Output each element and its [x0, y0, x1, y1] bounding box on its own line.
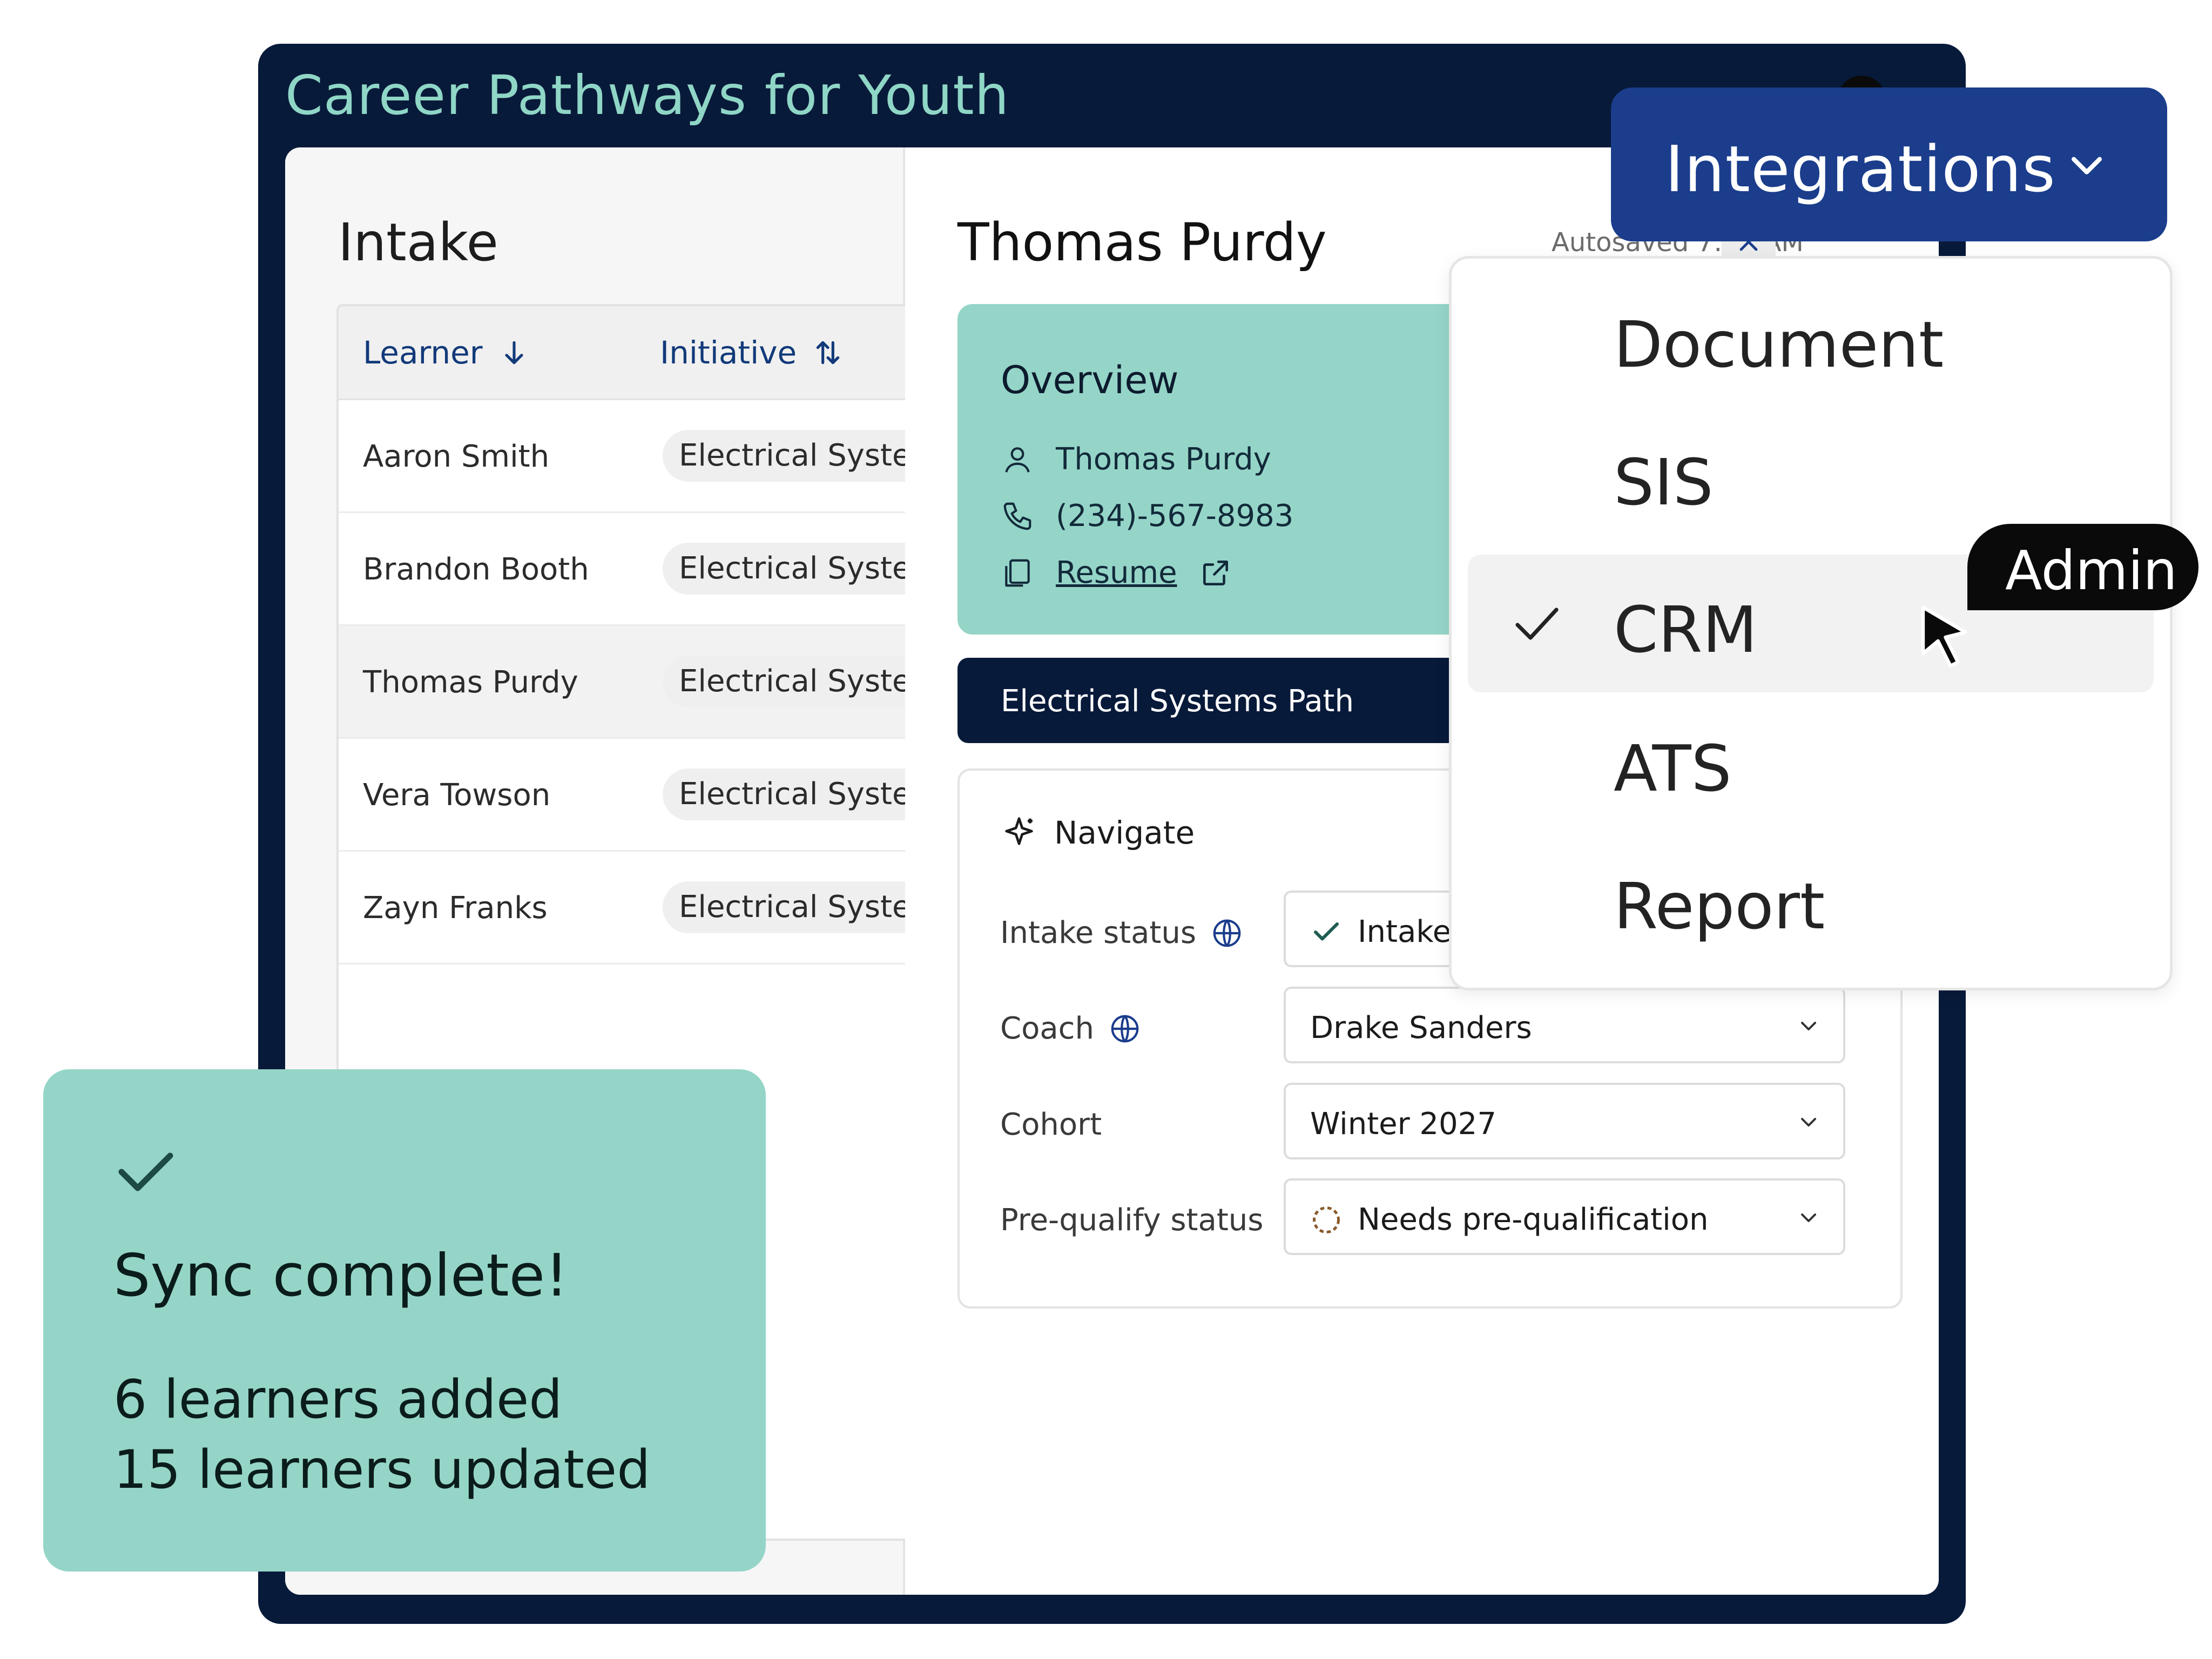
navigate-title: Navigate — [1054, 814, 1195, 851]
navigate-header: Navigate — [1000, 814, 1195, 852]
check-icon — [118, 1152, 173, 1191]
mouse-pointer-icon — [1921, 605, 1967, 668]
intake-status-label-text: Intake status — [1000, 915, 1197, 950]
intake-title: Intake — [338, 212, 498, 273]
pending-circle-icon — [1313, 1206, 1340, 1233]
integrations-button[interactable]: Integrations — [1611, 87, 2167, 241]
learner-column-header[interactable]: Learner — [363, 334, 529, 371]
learner-name: Brandon Booth — [363, 552, 589, 587]
external-link-icon[interactable] — [1199, 556, 1232, 590]
menu-item-label: Document — [1614, 307, 1944, 382]
globe-icon — [1213, 919, 1241, 947]
initiative-chip: Electrical Systems — [663, 656, 905, 707]
initiative-column-label: Initiative — [660, 334, 797, 371]
phone-icon — [1003, 502, 1031, 530]
menu-item-label: Report — [1614, 869, 1825, 943]
toast-updated-line: 15 learners updated — [113, 1439, 651, 1501]
cohort-value: Winter 2027 — [1310, 1107, 1496, 1142]
menu-item-ats[interactable]: ATS — [1468, 693, 2154, 831]
coach-value: Drake Sanders — [1310, 1010, 1532, 1046]
integrations-menu: Document SIS CRM ATS Report — [1449, 256, 2173, 990]
learner-name: Vera Towson — [363, 778, 551, 813]
contact-name-line: Thomas Purdy — [1001, 442, 1271, 477]
admin-tooltip: Admin — [1967, 524, 2198, 610]
contact-name: Thomas Purdy — [1056, 442, 1271, 477]
cohort-select[interactable]: Winter 2027 — [1284, 1083, 1845, 1159]
app-title: Career Pathways for Youth — [285, 64, 1010, 127]
phone-number: (234)-567-8983 — [1056, 498, 1294, 534]
chevron-down-icon — [2071, 157, 2102, 174]
learner-name: Thomas Purdy — [363, 665, 578, 700]
table-header: Learner Initiative — [339, 306, 905, 400]
menu-item-label: SIS — [1614, 445, 1714, 520]
learner-name: Aaron Smith — [363, 439, 550, 474]
person-icon — [1005, 447, 1030, 473]
check-icon — [1314, 922, 1339, 940]
coach-label: Coach — [1000, 1011, 1142, 1046]
toast-title: Sync complete! — [113, 1242, 569, 1310]
chevron-down-icon — [1801, 1118, 1816, 1127]
table-row[interactable]: Aaron Smith Electrical Systems — [339, 400, 905, 513]
prequalify-select[interactable]: Needs pre-qualification — [1284, 1178, 1845, 1255]
sync-toast: Sync complete! 6 learners added 15 learn… — [43, 1069, 766, 1572]
initiative-chip: Electrical Systems — [663, 881, 905, 933]
table-row[interactable]: Zayn Franks Electrical Systems — [339, 852, 905, 965]
path-label: Electrical Systems Path — [1001, 684, 1354, 719]
initiative-chip: Electrical Systems — [663, 543, 905, 595]
intake-status-label: Intake status — [1000, 915, 1244, 950]
phone-line: (234)-567-8983 — [1001, 498, 1293, 534]
initiative-chip: Electrical Systems — [663, 430, 905, 482]
prequalify-value: Needs pre-qualification — [1310, 1202, 1708, 1237]
sort-both-icon — [817, 341, 840, 365]
stage: Career Pathways for Youth Intake Learner… — [0, 0, 2212, 1659]
menu-item-label: CRM — [1614, 592, 1758, 667]
resume-line[interactable]: Resume — [1001, 555, 1232, 590]
menu-item-label: ATS — [1614, 731, 1732, 806]
menu-item-document[interactable]: Document — [1468, 269, 2154, 407]
chevron-down-icon — [1801, 1022, 1816, 1030]
menu-item-report[interactable]: Report — [1468, 831, 2154, 969]
overview-title: Overview — [1001, 358, 1179, 402]
coach-select[interactable]: Drake Sanders — [1284, 987, 1845, 1063]
coach-text: Drake Sanders — [1310, 1010, 1532, 1046]
table-row[interactable]: Brandon Booth Electrical Systems — [339, 513, 905, 626]
integrations-label: Integrations — [1665, 132, 2056, 206]
coach-label-text: Coach — [1000, 1011, 1094, 1046]
globe-icon — [1111, 1015, 1139, 1042]
admin-tooltip-label: Admin — [2005, 539, 2177, 602]
cohort-label-text: Cohort — [1000, 1107, 1102, 1142]
cohort-label: Cohort — [1000, 1107, 1102, 1142]
learner-name: Zayn Franks — [363, 891, 548, 926]
table-row[interactable]: Vera Towson Electrical Systems — [339, 739, 905, 852]
sort-down-icon — [505, 341, 523, 365]
sparkle-icon — [1005, 817, 1033, 845]
prequalify-label: Pre-qualify status — [1000, 1203, 1263, 1238]
resume-link[interactable]: Resume — [1056, 555, 1177, 590]
toast-added-line: 6 learners added — [113, 1369, 563, 1431]
detail-title: Thomas Purdy — [957, 212, 1327, 273]
document-icon — [1005, 559, 1030, 586]
prequalify-label-text: Pre-qualify status — [1000, 1203, 1264, 1238]
cohort-text: Winter 2027 — [1310, 1107, 1496, 1142]
prequalify-text: Needs pre-qualification — [1358, 1202, 1709, 1237]
initiative-chip: Electrical Systems — [663, 768, 905, 820]
table-row-selected[interactable]: Thomas Purdy Electrical Systems — [339, 626, 905, 739]
learner-column-label: Learner — [363, 334, 483, 371]
chevron-down-icon — [1801, 1213, 1816, 1222]
check-icon — [1515, 608, 1559, 640]
initiative-column-header[interactable]: Initiative — [660, 334, 843, 371]
